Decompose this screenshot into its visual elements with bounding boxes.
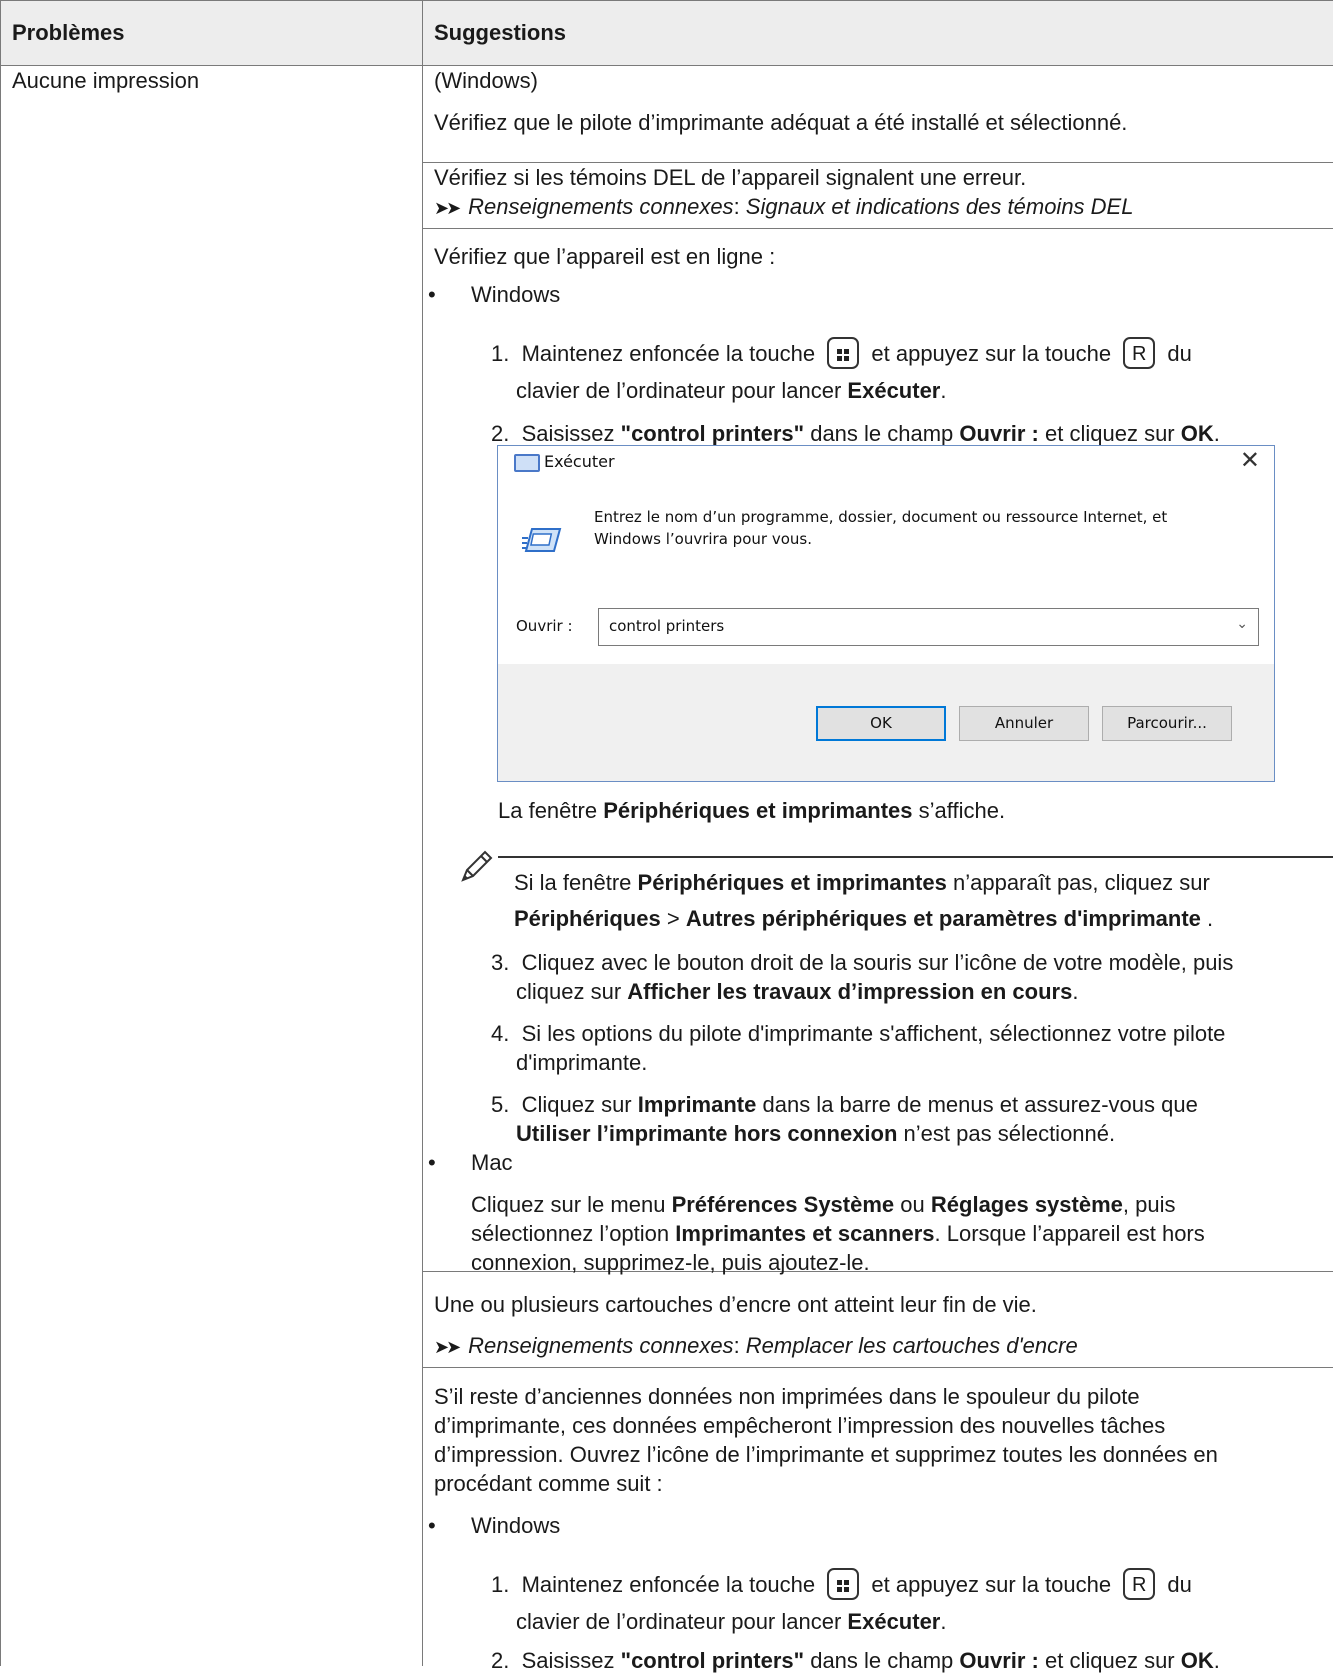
s5-step1-line1: 1. Maintenez enfoncée la touche et appuy… [491, 1568, 1192, 1602]
section2-related: ➤➤ Renseignements connexes: Signaux et in… [434, 194, 1134, 219]
ok-button[interactable]: OK [816, 706, 946, 741]
table-header-row [0, 0, 1333, 66]
header-problems: Problèmes [12, 20, 125, 45]
run-program-icon [522, 526, 562, 562]
step4-line1: 4. Si les options du pilote d'imprimante… [491, 1021, 1226, 1046]
step5-line2: Utiliser l’imprimante hors connexion n’e… [516, 1121, 1116, 1146]
run-description-1: Entrez le nom d’un programme, dossier, d… [594, 508, 1168, 526]
run-dialog-title: Exécuter [544, 452, 615, 471]
run-title-icon [514, 454, 540, 472]
section5-line4: procédant comme suit : [434, 1471, 663, 1496]
cancel-button[interactable]: Annuler [959, 706, 1089, 741]
problem-label: Aucune impression [12, 68, 200, 93]
section2-text: Vérifiez si les témoins DEL de l’apparei… [434, 165, 1027, 190]
open-input[interactable]: control printers [609, 617, 724, 635]
section4-related: ➤➤ Renseignements connexes: Remplacer les… [434, 1333, 1078, 1358]
r-key-icon: R [1123, 1568, 1156, 1600]
mac-line2: sélectionnez l’option Imprimantes et sca… [471, 1221, 1205, 1246]
close-icon[interactable]: ✕ [1240, 446, 1260, 474]
windows-key-icon [827, 1568, 860, 1600]
s5-step2-line: 2. Saisissez "control printers" dans le … [491, 1648, 1220, 1673]
run-dialog-footer: OK Annuler Parcourir... [498, 664, 1274, 781]
double-arrow-icon: ➤➤ [434, 198, 461, 218]
pencil-icon [457, 848, 495, 892]
section5-line1: S’il reste d’anciennes données non impri… [434, 1384, 1140, 1409]
section5-windows: Windows [471, 1513, 561, 1538]
chevron-down-icon[interactable]: ⌄ [1236, 616, 1248, 632]
note-line2: Périphériques > Autres périphériques et … [514, 906, 1214, 931]
bullet-icon: • [428, 1150, 436, 1175]
section3-intro: Vérifiez que l’appareil est en ligne : [434, 244, 776, 269]
section5-line3: d’impression. Ouvrez l’icône de l’imprim… [434, 1442, 1218, 1467]
double-arrow-icon: ➤➤ [434, 1337, 461, 1357]
section3-mac: Mac [471, 1150, 513, 1175]
mac-line1: Cliquez sur le menu Préférences Système … [471, 1192, 1176, 1217]
step1-line1: 1. Maintenez enfoncée la touche et appuy… [491, 337, 1192, 371]
section1-text: Vérifiez que le pilote d’imprimante adéq… [434, 110, 1128, 135]
header-suggestions: Suggestions [434, 20, 567, 45]
related-link-led[interactable]: Signaux et indications des témoins DEL [746, 194, 1134, 219]
step1-line2: clavier de l’ordinateur pour lancer Exéc… [516, 378, 947, 403]
section4-text: Une ou plusieurs cartouches d’encre ont … [434, 1292, 1037, 1317]
step5-line1: 5. Cliquez sur Imprimante dans la barre … [491, 1092, 1198, 1117]
bullet-icon: • [428, 1513, 436, 1538]
step4-line2: d'imprimante. [516, 1050, 648, 1075]
section5-line2: d’imprimante, ces données empêcheront l’… [434, 1413, 1166, 1438]
run-dialog: Exécuter ✕ Entrez le nom d’un programme,… [497, 445, 1275, 782]
r-key-icon: R [1123, 337, 1156, 369]
open-combobox[interactable]: control printers ⌄ [598, 608, 1259, 646]
open-label: Ouvrir : [516, 617, 573, 635]
mac-line3: connexion, supprimez-le, puis ajoutez-le… [471, 1250, 870, 1275]
bullet-icon: • [428, 282, 436, 307]
step3-line1: 3. Cliquez avec le bouton droit de la so… [491, 950, 1234, 975]
related-link-cartridges[interactable]: Remplacer les cartouches d'encre [746, 1333, 1078, 1358]
note-line1: Si la fenêtre Périphériques et imprimant… [514, 870, 1210, 895]
note-rule [498, 856, 1333, 858]
browse-button[interactable]: Parcourir... [1102, 706, 1232, 741]
step2-line: 2. Saisissez "control printers" dans le … [491, 421, 1220, 446]
step3-line2: cliquez sur Afficher les travaux d’impre… [516, 979, 1079, 1004]
run-description-2: Windows l’ouvrira pour vous. [594, 530, 812, 548]
s5-step1-line2: clavier de l’ordinateur pour lancer Exéc… [516, 1609, 947, 1634]
section1-windows: (Windows) [434, 68, 538, 93]
after-dialog-text: La fenêtre Périphériques et imprimantes … [498, 798, 1006, 823]
section3-windows: Windows [471, 282, 561, 307]
windows-key-icon [827, 337, 860, 369]
